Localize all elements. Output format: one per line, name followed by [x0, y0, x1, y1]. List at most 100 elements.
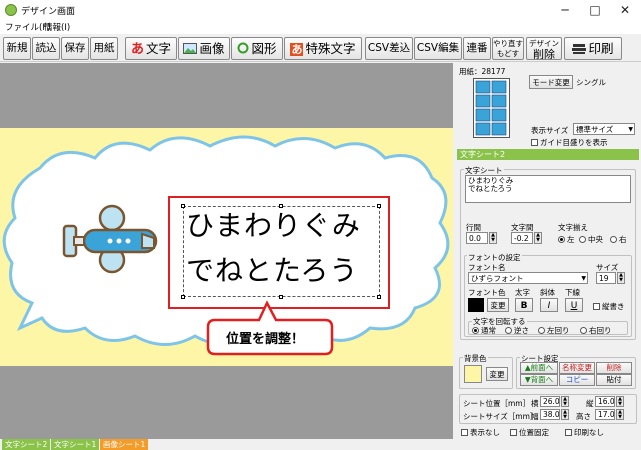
menu-info[interactable]: 情報(I)	[44, 21, 70, 33]
pos-y-input[interactable]: 16.0	[595, 396, 615, 407]
design-delete-button[interactable]: デザイン 削除	[526, 37, 562, 60]
sheet-tab-text2[interactable]: 文字シート2	[2, 439, 51, 450]
guide-checkbox[interactable]: ガイド目盛りを表示	[531, 137, 608, 148]
height-spinner[interactable]: ▲ ▼	[616, 409, 624, 420]
align-left-label: 左	[567, 235, 575, 244]
font-size-input[interactable]: 19	[596, 272, 616, 284]
text-button[interactable]: あ文字	[125, 37, 177, 60]
display-size-label: 表示サイズ	[531, 126, 569, 135]
bg-color-change-button[interactable]: 変更	[486, 367, 508, 381]
send-back-button[interactable]: ▼背面へ	[520, 374, 558, 386]
underline-button[interactable]: U	[565, 298, 583, 312]
rotate-reverse-radio[interactable]: 逆さ	[505, 325, 529, 336]
bring-front-button[interactable]: ▲前面へ	[520, 362, 558, 374]
redo-undo-button[interactable]: やり直す もどす	[492, 37, 524, 60]
paper-thumbnail[interactable]	[473, 78, 510, 138]
underline-label: 下線	[565, 288, 580, 297]
resize-handle-tl[interactable]	[181, 204, 185, 208]
new-button[interactable]: 新規	[3, 37, 31, 60]
csv-insert-button[interactable]: CSV差込	[365, 37, 413, 60]
line-spacing-input[interactable]: 0.0	[466, 232, 488, 244]
text-content-area[interactable]: ひまわりぐみ でねとたろう	[465, 175, 631, 203]
resize-handle-top[interactable]	[279, 204, 283, 208]
bold-button[interactable]: B	[515, 298, 533, 312]
font-color-swatch[interactable]	[468, 298, 484, 312]
sheet-position-label: シート位置［mm］	[463, 399, 531, 408]
dropdown-arrow-icon: ▼	[581, 275, 586, 282]
lock-position-checkbox[interactable]: 位置固定	[510, 427, 549, 438]
bg-color-label: 背景色	[463, 353, 488, 364]
pos-y-spinner[interactable]: ▲ ▼	[616, 396, 624, 407]
align-right-radio[interactable]: 右	[610, 234, 627, 245]
char-spacing-spinner[interactable]: ▲ ▼	[534, 232, 542, 244]
display-size-select[interactable]: 標準サイズ ▼	[573, 123, 635, 135]
font-color-change-button[interactable]: 変更	[487, 298, 509, 312]
width-spinner[interactable]: ▲ ▼	[561, 409, 569, 420]
serial-number-button[interactable]: 連番	[463, 37, 491, 60]
rotate-right-label: 右回り	[589, 326, 612, 335]
resize-handle-bottom[interactable]	[279, 295, 283, 299]
align-center-radio[interactable]: 中央	[579, 234, 603, 245]
close-button[interactable]: ✕	[610, 0, 640, 20]
airplane-illustration[interactable]	[62, 204, 164, 276]
resize-handle-br[interactable]	[377, 295, 381, 299]
maximize-button[interactable]: □	[580, 0, 610, 20]
paper-button[interactable]: 用紙	[90, 37, 118, 60]
hide-checkbox[interactable]: 表示なし	[461, 427, 500, 438]
text-icon: あ	[130, 42, 144, 57]
sheet-tab-image1[interactable]: 画像シート1	[100, 439, 149, 450]
mode-change-button[interactable]: モード変更	[529, 75, 573, 89]
vertical-writing-checkbox[interactable]: 縦書き	[593, 301, 625, 312]
paper-label: 用紙：28177	[459, 67, 506, 76]
load-button[interactable]: 読込	[32, 37, 60, 60]
line-spacing-spinner[interactable]: ▲ ▼	[489, 232, 497, 244]
copy-button[interactable]: コピー	[559, 374, 595, 386]
resize-handle-bl[interactable]	[181, 295, 185, 299]
guide-label: ガイド目盛りを表示	[540, 138, 608, 147]
font-size-spinner[interactable]: ▲ ▼	[617, 272, 625, 284]
width-input[interactable]: 38.0	[540, 409, 560, 420]
rotate-right-radio[interactable]: 右回り	[580, 325, 612, 336]
align-left-radio[interactable]: 左	[558, 234, 575, 245]
mode-value: シングル	[576, 78, 606, 87]
print-button[interactable]: 印刷	[564, 37, 622, 60]
sheet-title-bar: 文字シート2	[457, 149, 639, 160]
text-button-label: 文字	[146, 41, 172, 56]
toolbar: 新規 読込 保存 用紙 あ文字 画像 図形 あ特殊文字 CSV差込 CSV編集 …	[0, 34, 641, 62]
bold-label: 太字	[515, 288, 530, 297]
bg-color-swatch[interactable]	[464, 365, 482, 383]
vertical-writing-label: 縦書き	[602, 302, 625, 311]
image-icon	[183, 39, 198, 59]
app-icon	[5, 4, 17, 16]
text-content-line2: でねとたろう	[468, 184, 513, 193]
special-text-button[interactable]: あ特殊文字	[284, 37, 362, 60]
rename-button[interactable]: 名称変更	[559, 362, 595, 374]
height-input[interactable]: 17.0	[595, 409, 615, 420]
char-spacing-input[interactable]: -0.2	[511, 232, 533, 244]
title-bar: デザイン画面 ─ □ ✕	[0, 0, 641, 20]
italic-button[interactable]: I	[540, 298, 558, 312]
print-button-label: 印刷	[588, 41, 614, 56]
resize-handle-tr[interactable]	[377, 204, 381, 208]
minimize-button[interactable]: ─	[550, 0, 580, 20]
font-name-select[interactable]: ひずらフォント ▼	[468, 272, 588, 284]
image-button[interactable]: 画像	[178, 37, 230, 60]
menu-bar: ファイル(F) 情報(I)	[0, 20, 641, 34]
pos-x-input[interactable]: 26.0	[540, 396, 560, 407]
pos-x-spinner[interactable]: ▲ ▼	[561, 396, 569, 407]
no-print-label: 印刷なし	[574, 428, 604, 437]
paste-button[interactable]: 貼付	[596, 374, 632, 386]
no-print-checkbox[interactable]: 印刷なし	[565, 427, 604, 438]
delete-sheet-button[interactable]: 削除	[596, 362, 632, 374]
shape-button[interactable]: 図形	[231, 37, 283, 60]
rotate-normal-radio[interactable]: 通常	[472, 325, 496, 336]
rotate-left-radio[interactable]: 左回り	[538, 325, 570, 336]
italic-label: 斜体	[540, 288, 555, 297]
undo-label: もどす	[496, 49, 520, 58]
csv-edit-button[interactable]: CSV編集	[414, 37, 462, 60]
sheet-tab-text1[interactable]: 文字シート1	[51, 439, 100, 450]
save-button[interactable]: 保存	[61, 37, 89, 60]
rotate-reverse-label: 逆さ	[514, 326, 529, 335]
properties-panel: 用紙：28177 モード変更 シングル 表示サイズ 標準サイズ ▼ ガイド目盛りを…	[455, 63, 641, 439]
redo-label: やり直す	[493, 39, 523, 48]
